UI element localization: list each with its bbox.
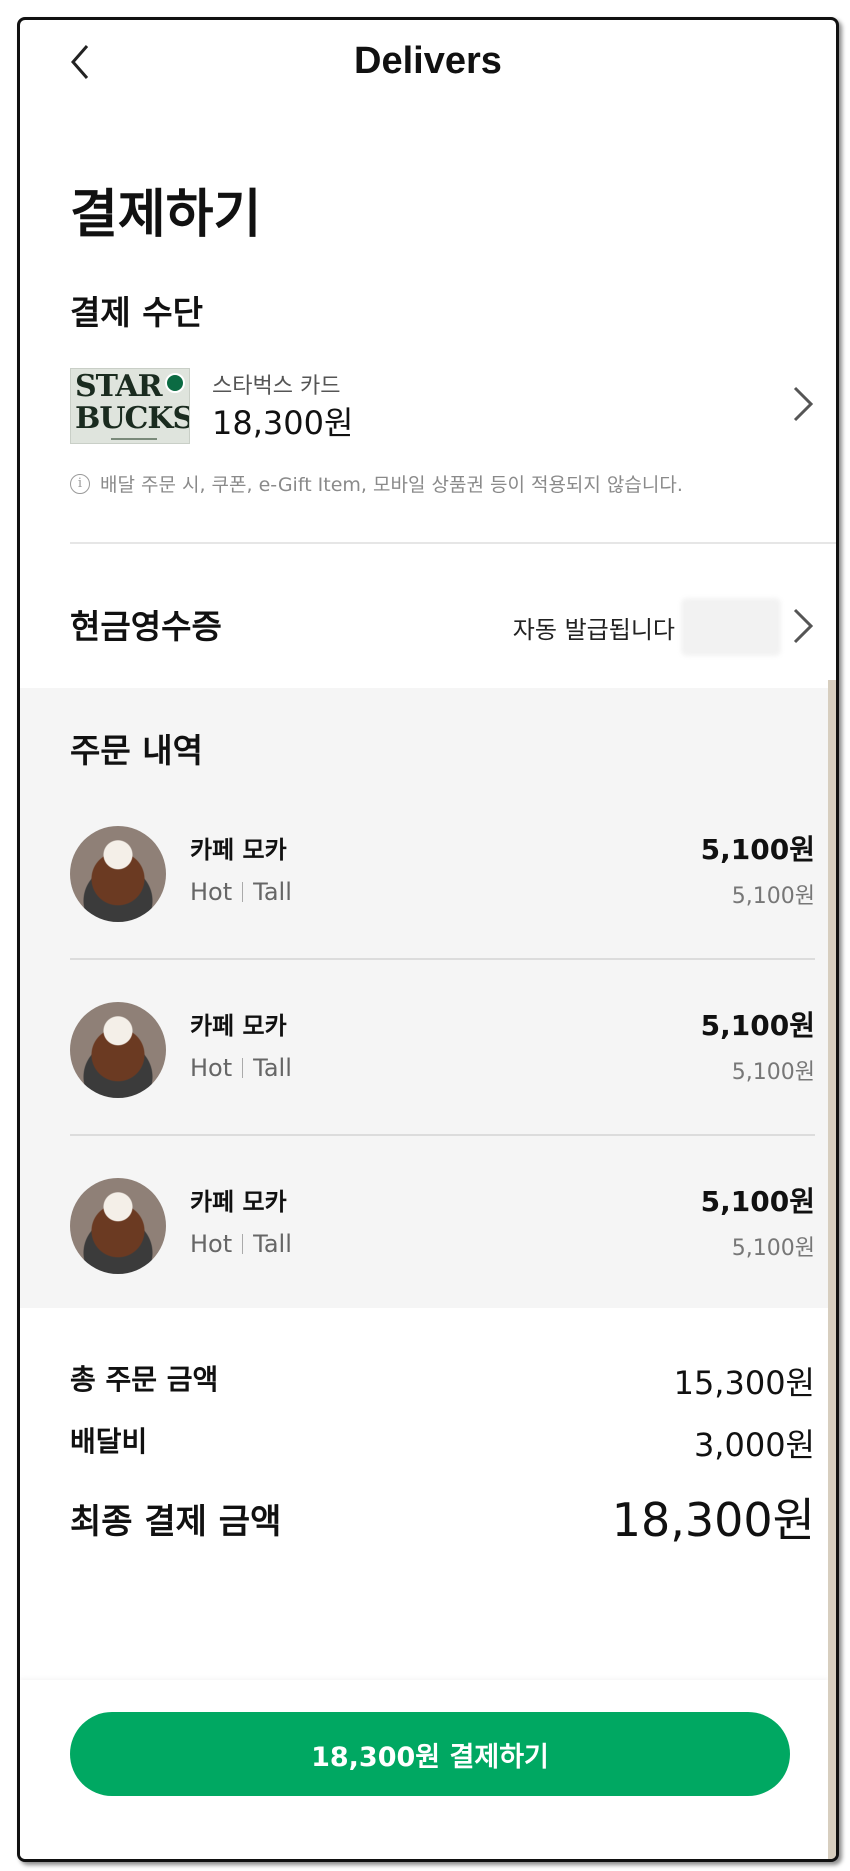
cafe-mocha-image bbox=[70, 1002, 166, 1098]
item-name: 카페 모카 bbox=[190, 1188, 287, 1216]
item-price: 5,100원 bbox=[700, 1185, 815, 1218]
cash-receipt-label: 현금영수증 bbox=[70, 607, 222, 646]
scrollbar[interactable] bbox=[828, 680, 836, 1859]
order-list-title: 주문 내역 bbox=[70, 731, 203, 770]
card-balance: 18,300원 bbox=[212, 404, 354, 442]
item-unit-price: 5,100원 bbox=[731, 884, 815, 909]
siren-logo-icon bbox=[165, 373, 185, 393]
header-title: Delivers bbox=[354, 40, 502, 82]
section-divider bbox=[70, 542, 836, 544]
card-name: 스타벅스 카드 bbox=[212, 374, 341, 399]
info-icon: i bbox=[70, 473, 90, 494]
item-divider bbox=[70, 958, 815, 960]
item-options: Hot Tall bbox=[190, 1230, 292, 1258]
final-total-value: 18,300원 bbox=[611, 1493, 815, 1547]
header: Delivers bbox=[20, 20, 836, 100]
final-total-label: 최종 결제 금액 bbox=[70, 1502, 282, 1542]
item-price: 5,100원 bbox=[700, 1009, 815, 1042]
item-options: Hot Tall bbox=[190, 878, 292, 906]
notice-text: 배달 주문 시, 쿠폰, e-Gift Item, 모바일 상품권 등이 적용되… bbox=[100, 474, 683, 496]
payment-method-label: 결제 수단 bbox=[70, 293, 203, 332]
payment-notice: i 배달 주문 시, 쿠폰, e-Gift Item, 모바일 상품권 등이 적… bbox=[70, 470, 683, 497]
chevron-right-icon bbox=[793, 386, 814, 422]
item-name: 카페 모카 bbox=[190, 1012, 287, 1040]
item-name: 카페 모카 bbox=[190, 836, 287, 864]
order-list: 주문 내역 카페 모카 Hot Tall 5,100원 5,100원 카페 모카 … bbox=[20, 688, 828, 1308]
delivery-fee-value: 3,000원 bbox=[693, 1426, 815, 1464]
cafe-mocha-image bbox=[70, 826, 166, 922]
order-total-value: 15,300원 bbox=[673, 1364, 815, 1402]
order-item: 카페 모카 Hot Tall 5,100원 5,100원 bbox=[70, 826, 815, 966]
pay-button[interactable]: 18,300원 결제하기 bbox=[70, 1712, 790, 1796]
redacted-area bbox=[681, 598, 781, 656]
starbucks-card-image: STAR BUCKS bbox=[70, 368, 190, 444]
cafe-mocha-image bbox=[70, 1178, 166, 1274]
item-unit-price: 5,100원 bbox=[731, 1236, 815, 1261]
order-item: 카페 모카 Hot Tall 5,100원 5,100원 bbox=[70, 1002, 815, 1142]
payment-method-row[interactable]: STAR BUCKS 스타벅스 카드 18,300원 bbox=[70, 350, 815, 444]
order-item: 카페 모카 Hot Tall 5,100원 5,100원 bbox=[70, 1178, 815, 1318]
item-price: 5,100원 bbox=[700, 833, 815, 866]
item-unit-price: 5,100원 bbox=[731, 1060, 815, 1085]
order-total-label: 총 주문 금액 bbox=[70, 1363, 219, 1396]
item-divider bbox=[70, 1134, 815, 1136]
page-title: 결제하기 bbox=[70, 185, 262, 245]
cash-receipt-row[interactable]: 현금영수증 자동 발급됩니다 bbox=[70, 580, 815, 670]
item-options: Hot Tall bbox=[190, 1054, 292, 1082]
delivery-fee-label: 배달비 bbox=[70, 1425, 148, 1458]
phone-frame: Delivers 결제하기 결제 수단 STAR BUCKS 스타벅스 카드 1… bbox=[17, 17, 839, 1862]
chevron-right-icon bbox=[793, 608, 814, 644]
cash-receipt-status: 자동 발급됩니다 bbox=[512, 616, 675, 644]
